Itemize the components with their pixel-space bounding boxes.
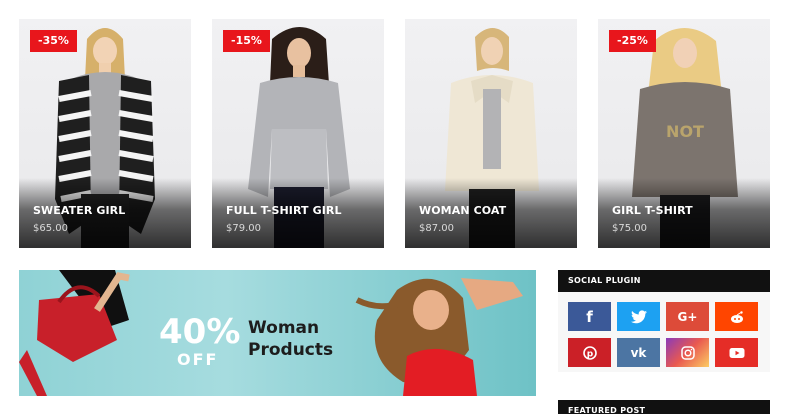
discount-badge: -25% <box>609 30 656 52</box>
product-title[interactable]: WOMAN COAT <box>419 204 506 217</box>
discount-badge: -35% <box>30 30 77 52</box>
discount-percent: 40% <box>159 312 241 352</box>
reddit-button[interactable] <box>715 302 758 331</box>
product-card-sweater-girl[interactable]: -35% SWEATER GIRL $65.00 <box>19 19 191 248</box>
product-price: $87.00 <box>419 223 454 234</box>
banner-model-left <box>19 270 130 396</box>
product-card-girl-t-shirt[interactable]: NOT -25% GIRL T-SHIRT $75.00 <box>598 19 770 248</box>
google-plus-icon: G+ <box>677 309 698 324</box>
product-price: $79.00 <box>226 223 261 234</box>
twitter-button[interactable] <box>617 302 660 331</box>
reddit-icon <box>730 310 743 323</box>
banner-model-right <box>355 278 523 396</box>
svg-text:NOT: NOT <box>666 122 704 141</box>
facebook-icon: f <box>586 307 593 326</box>
pinterest-button[interactable]: p <box>568 338 611 367</box>
discount-off-label: OFF <box>177 350 219 369</box>
promo-banner[interactable]: 40% OFF Woman Products <box>19 270 536 396</box>
banner-headline-line2: Products <box>248 340 334 360</box>
discount-badge: -15% <box>223 30 270 52</box>
instagram-button[interactable] <box>666 338 709 367</box>
product-title[interactable]: FULL T-SHIRT GIRL <box>226 204 342 217</box>
vk-icon: vk <box>630 345 647 360</box>
product-price: $65.00 <box>33 223 68 234</box>
banner-headline-line1: Woman <box>248 318 320 338</box>
twitter-icon <box>630 309 647 323</box>
vk-button[interactable]: vk <box>617 338 660 367</box>
featured-post-header: FEATURED POST <box>558 400 770 414</box>
pinterest-icon: p <box>582 345 597 360</box>
product-price: $75.00 <box>612 223 647 234</box>
svg-text:p: p <box>586 349 593 359</box>
product-title[interactable]: GIRL T-SHIRT <box>612 204 693 217</box>
product-card-full-t-shirt-girl[interactable]: -15% FULL T-SHIRT GIRL $79.00 <box>212 19 384 248</box>
youtube-icon <box>729 347 744 358</box>
youtube-button[interactable] <box>715 338 758 367</box>
product-card-woman-coat[interactable]: WOMAN COAT $87.00 <box>405 19 577 248</box>
social-plugin-header: SOCIAL PLUGIN <box>558 270 770 292</box>
google-plus-button[interactable]: G+ <box>666 302 709 331</box>
instagram-icon <box>680 345 695 360</box>
facebook-button[interactable]: f <box>568 302 611 331</box>
product-title[interactable]: SWEATER GIRL <box>33 204 125 217</box>
